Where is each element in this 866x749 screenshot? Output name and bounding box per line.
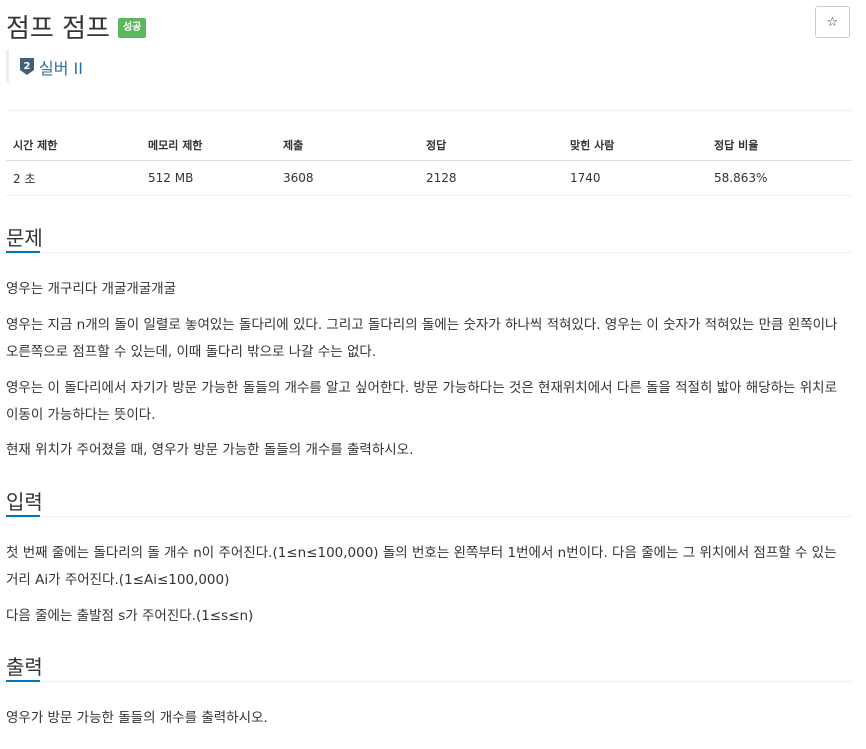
section-problem-header: 문제 [6,222,852,253]
title-row: 점프 점프 성공 [6,8,147,44]
section-problem-title: 문제 [6,226,43,250]
section-output-header: 출력 [6,651,852,682]
section-input-header: 입력 [6,486,852,517]
header-time-limit: 시간 제한 [6,130,141,161]
header-ratio: 정답 비율 [707,130,852,161]
star-icon: ☆ [826,14,839,30]
problem-paragraph: 영우는 개구리다 개굴개굴개굴 [6,281,177,297]
input-paragraph: 첫 번째 줄에는 돌다리의 돌 개수 n이 주어진다.(1≤n≤100,000)… [6,545,837,588]
cell-memory-limit: 512 MB [141,160,276,196]
problem-info-table: 시간 제한 메모리 제한 제출 정답 맞힌 사람 정답 비율 2 초 512 M… [6,130,852,196]
cell-ratio: 58.863% [707,160,852,196]
output-paragraph: 영우가 방문 가능한 돌들의 개수를 출력하시오. [6,710,268,726]
star-button[interactable]: ☆ [815,6,850,38]
section-underline [6,251,40,253]
section-output-title: 출력 [6,655,43,679]
section-underline [6,680,40,682]
status-badge: 성공 [117,18,147,38]
header-submissions: 제출 [276,130,419,161]
cell-submissions: 3608 [276,160,419,196]
table-header-row: 시간 제한 메모리 제한 제출 정답 맞힌 사람 정답 비율 [6,130,852,161]
input-paragraph: 다음 줄에는 출발점 s가 주어진다.(1≤s≤n) [6,608,254,624]
problem-paragraph: 영우는 지금 n개의 돌이 일렬로 놓여있는 돌다리에 있다. 그리고 돌다리의… [6,317,838,360]
section-input-title: 입력 [6,490,43,514]
header-accepted: 정답 [419,130,563,161]
header-solvers: 맞힌 사람 [563,130,707,161]
tier-icon: 2 [20,58,34,75]
tier-number: 2 [24,61,31,72]
section-underline [6,515,40,517]
problem-paragraph: 영우는 이 돌다리에서 자기가 방문 가능한 돌들의 개수를 알고 싶어한다. … [6,380,838,423]
page-title: 점프 점프 [6,13,110,44]
header-memory-limit: 메모리 제한 [141,130,276,161]
cell-solvers: 1740 [563,160,707,196]
problem-paragraph: 현재 위치가 주어졌을 때, 영우가 방문 가능한 돌들의 개수를 출력하시오. [6,442,414,458]
divider [6,110,852,111]
tier-link[interactable]: 2 실버 II [6,50,83,83]
cell-time-limit: 2 초 [6,160,141,196]
tier-label: 실버 II [39,58,83,78]
table-row: 2 초 512 MB 3608 2128 1740 58.863% [6,160,852,196]
cell-accepted: 2128 [419,160,563,196]
